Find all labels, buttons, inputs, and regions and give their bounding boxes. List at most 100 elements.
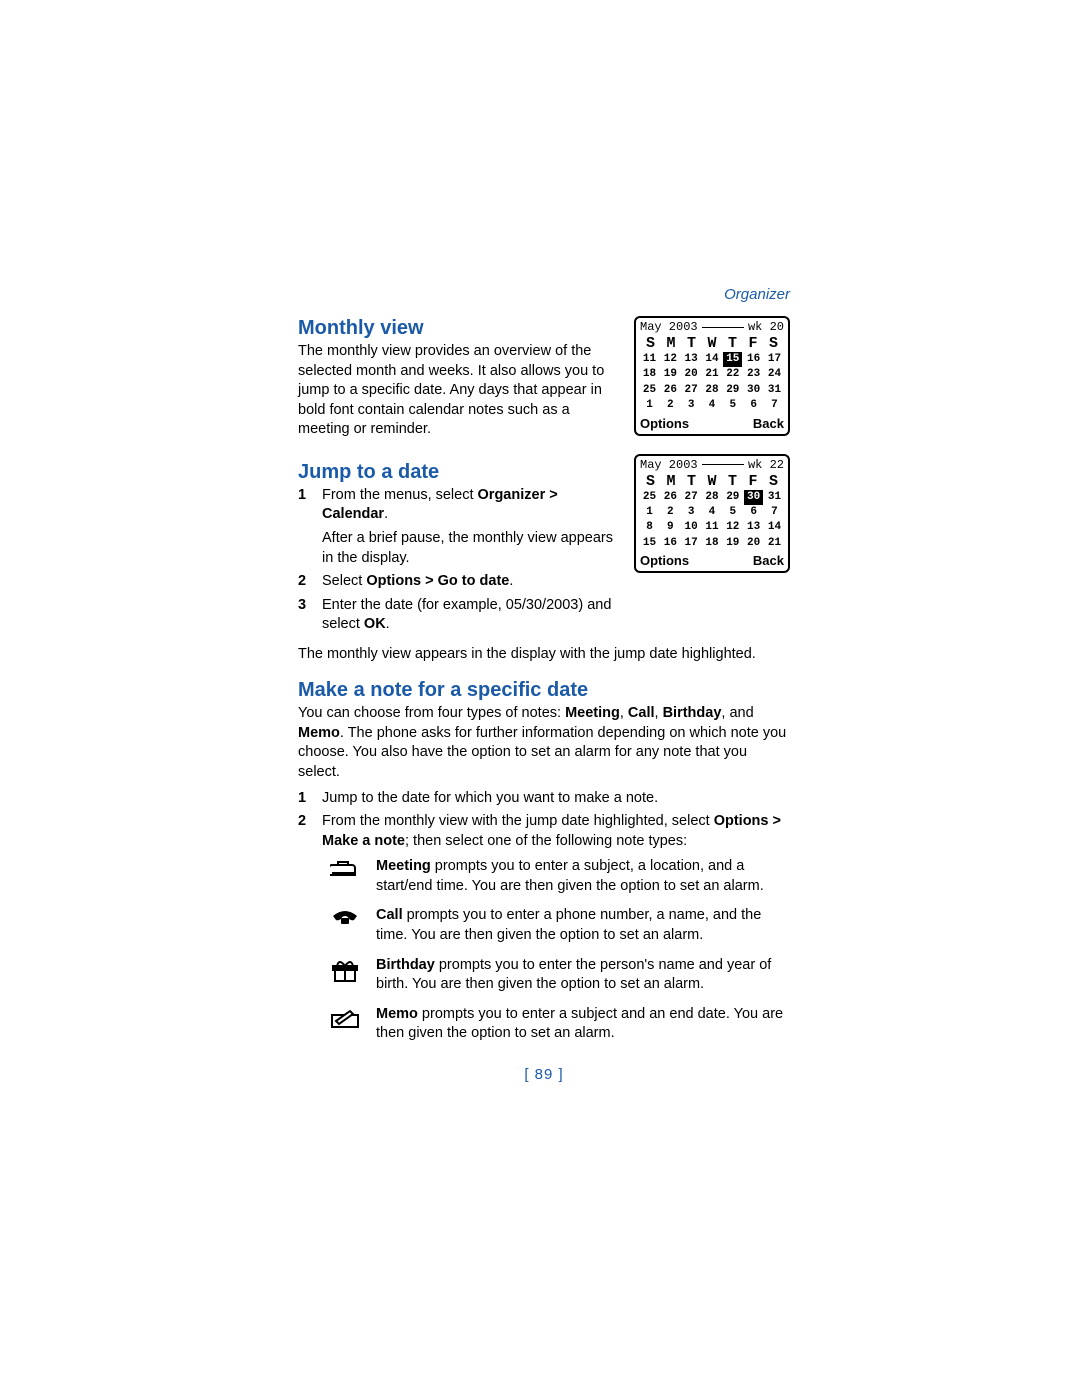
calendar-day: 3	[682, 505, 701, 520]
screen-month: May 2003	[640, 320, 698, 334]
manual-page: Organizer Monthly view The monthly view …	[0, 0, 1080, 1397]
calendar-row: 18192021222324	[640, 367, 784, 382]
calendar-day: 14	[765, 520, 784, 535]
heading-make-note: Make a note for a specific date	[298, 678, 790, 702]
calendar-row: 25262728293031	[640, 383, 784, 398]
heading-jump-to-date: Jump to a date	[298, 460, 620, 484]
calendar-day: 20	[744, 536, 763, 551]
calendar-day: 29	[723, 490, 742, 505]
step-number: 2	[298, 812, 310, 851]
step-number: 1	[298, 486, 310, 568]
calendar-day: 31	[765, 490, 784, 505]
step-number: 2	[298, 572, 310, 592]
phone-screen-1: May 2003 wk 20 SMTWTFS 11121314151617181…	[634, 316, 790, 436]
jump-result: The monthly view appears in the display …	[298, 645, 790, 665]
step-text: From the menus, select	[322, 487, 478, 503]
day-t: T	[682, 473, 701, 490]
make-note-intro: You can choose from four types of notes:…	[298, 704, 790, 782]
calendar-day: 17	[765, 352, 784, 367]
note-meeting: Meeting prompts you to enter a subject, …	[328, 857, 790, 896]
phone-icon	[328, 906, 362, 926]
day-f: F	[744, 335, 763, 352]
calendar-day: 22	[723, 367, 742, 382]
step-text: .	[509, 573, 513, 589]
day-s2: S	[764, 335, 783, 352]
calendar-row: 11121314151617	[640, 352, 784, 367]
step-number: 3	[298, 596, 310, 635]
day-header-row: SMTWTFS	[640, 473, 784, 490]
calendar-day: 1	[640, 505, 659, 520]
step-text: From the monthly view with the jump date…	[322, 813, 714, 829]
calendar-day: 31	[765, 383, 784, 398]
calendar-day: 15	[640, 536, 659, 551]
calendar-day: 17	[682, 536, 701, 551]
calendar-day: 16	[744, 352, 763, 367]
calendar-day: 20	[682, 367, 701, 382]
page-number: [ 89 ]	[298, 1066, 790, 1083]
calendar-day: 3	[682, 398, 701, 413]
calendar-day: 19	[661, 367, 680, 382]
step-text: .	[384, 506, 388, 522]
monthly-view-body: The monthly view provides an overview of…	[298, 342, 620, 440]
button-label: OK	[364, 616, 386, 632]
step-text: ; then select one of the following note …	[405, 833, 687, 849]
screen-week: wk 22	[748, 458, 784, 472]
calendar-day: 5	[723, 505, 742, 520]
calendar-day: 29	[723, 383, 742, 398]
section-jump-to-date: Jump to a date 1 From the menus, select …	[298, 460, 620, 635]
screen-month: May 2003	[640, 458, 698, 472]
divider	[702, 327, 744, 328]
day-s: S	[641, 335, 660, 352]
step-text: Jump to the date for which you want to m…	[322, 789, 790, 809]
calendar-day: 26	[661, 490, 680, 505]
note-types-list: Meeting prompts you to enter a subject, …	[328, 857, 790, 1044]
calendar-day: 14	[702, 352, 721, 367]
calendar-day: 6	[744, 398, 763, 413]
calendar-row: 1234567	[640, 398, 784, 413]
calendar-day: 19	[723, 536, 742, 551]
calendar-day: 5	[723, 398, 742, 413]
calendar-day: 7	[765, 505, 784, 520]
calendar-day: 12	[723, 520, 742, 535]
phone-screenshots: May 2003 wk 20 SMTWTFS 11121314151617181…	[634, 316, 790, 573]
calendar-day: 21	[702, 367, 721, 382]
calendar-day: 6	[744, 505, 763, 520]
step-3: 3 Enter the date (for example, 05/30/200…	[298, 596, 620, 635]
calendar-day: 15	[723, 352, 742, 367]
calendar-day: 27	[682, 383, 701, 398]
calendar-day: 24	[765, 367, 784, 382]
calendar-day: 1	[640, 398, 659, 413]
day-w: W	[703, 335, 722, 352]
step-text: Select	[322, 573, 366, 589]
step-2: 2 Select Options > Go to date.	[298, 572, 620, 592]
calendar-day: 13	[744, 520, 763, 535]
calendar-day: 25	[640, 490, 659, 505]
section-header: Organizer	[724, 286, 790, 303]
calendar-day: 9	[661, 520, 680, 535]
meeting-icon	[328, 857, 362, 879]
calendar-row: 15161718192021	[640, 536, 784, 551]
day-m: M	[662, 473, 681, 490]
softkey-options: Options	[640, 553, 689, 568]
day-t2: T	[723, 473, 742, 490]
gift-icon	[328, 956, 362, 984]
note-memo: Memo prompts you to enter a subject and …	[328, 1005, 790, 1044]
day-s: S	[641, 473, 660, 490]
calendar-day: 11	[640, 352, 659, 367]
heading-monthly-view: Monthly view	[298, 316, 620, 340]
calendar-day: 30	[744, 490, 763, 505]
calendar-day: 7	[765, 398, 784, 413]
calendar-day: 21	[765, 536, 784, 551]
calendar-day: 11	[702, 520, 721, 535]
calendar-row: 1234567	[640, 505, 784, 520]
day-s2: S	[764, 473, 783, 490]
pencil-icon	[328, 1005, 362, 1029]
calendar-day: 2	[661, 505, 680, 520]
calendar-day: 2	[661, 398, 680, 413]
calendar-day: 10	[682, 520, 701, 535]
screen-week: wk 20	[748, 320, 784, 334]
day-m: M	[662, 335, 681, 352]
note-step-2: 2 From the monthly view with the jump da…	[298, 812, 790, 851]
day-f: F	[744, 473, 763, 490]
calendar-day: 30	[744, 383, 763, 398]
